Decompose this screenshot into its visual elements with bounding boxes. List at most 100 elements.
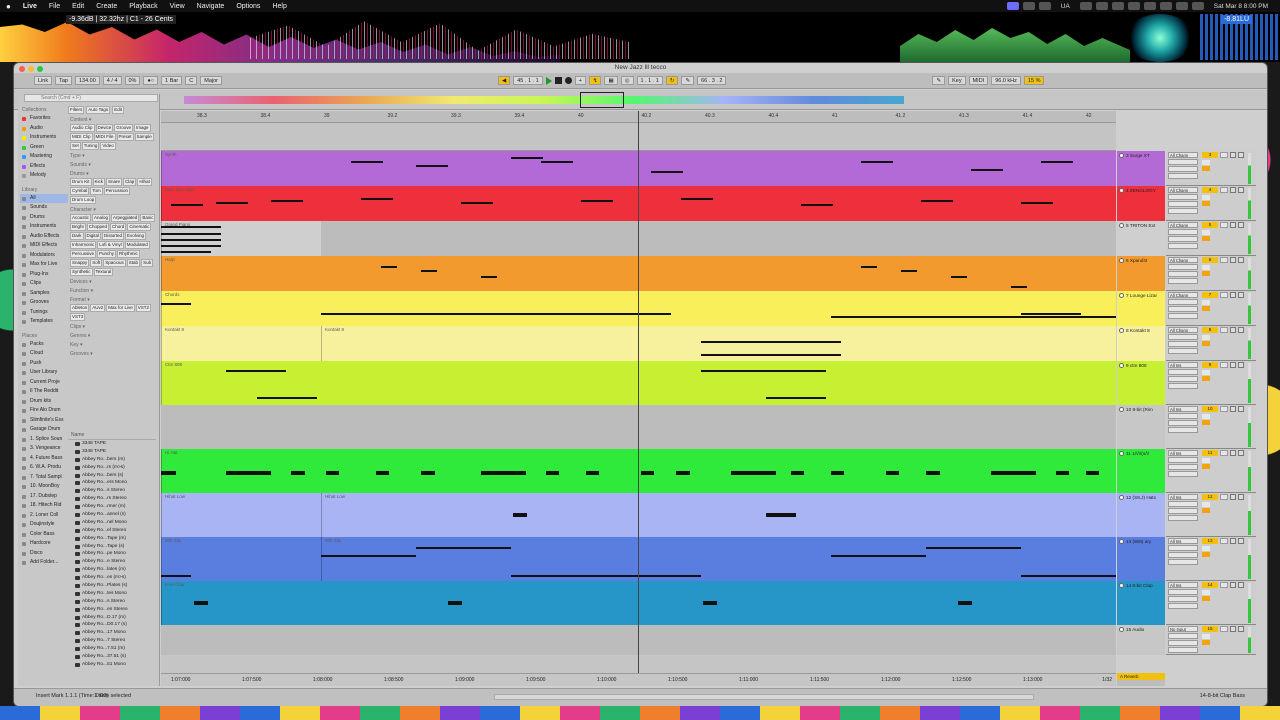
record-arm-icon[interactable] xyxy=(1238,292,1244,298)
return-a[interactable]: A Reverb xyxy=(1117,673,1165,680)
file-item[interactable]: 3348 TAPE xyxy=(68,440,156,448)
library-clips[interactable]: Clips xyxy=(20,279,68,289)
drum-tag[interactable]: Kick xyxy=(92,178,106,186)
io-select[interactable] xyxy=(1168,166,1198,172)
scale-root[interactable]: C xyxy=(185,76,198,85)
track-fold-icon[interactable] xyxy=(1119,451,1124,456)
io-select[interactable] xyxy=(1168,552,1198,558)
solo-button[interactable] xyxy=(1220,582,1228,588)
io-select[interactable] xyxy=(1168,471,1198,477)
menu-edit[interactable]: Edit xyxy=(66,3,90,10)
character-tag[interactable]: Dark xyxy=(70,232,84,240)
track-fold-icon[interactable] xyxy=(1119,495,1124,500)
io-select[interactable] xyxy=(1168,173,1198,179)
character-tag[interactable]: Chopped xyxy=(86,223,110,231)
place-item[interactable]: Current Proje xyxy=(20,378,68,388)
file-item[interactable]: Abbey Ro...rmer (m) xyxy=(68,503,156,511)
record-arm-icon[interactable] xyxy=(1238,187,1244,193)
file-item[interactable]: Abbey Ro...nel Mono xyxy=(68,519,156,527)
track-header[interactable]: 14 8-bit Clap xyxy=(1117,581,1165,625)
monitor-in-button[interactable] xyxy=(1202,300,1210,305)
midi-note[interactable] xyxy=(958,601,972,605)
record-arm-icon[interactable] xyxy=(1238,152,1244,158)
content-tag[interactable]: MIDI Clip xyxy=(70,133,93,141)
track-header[interactable]: 4 ZENOLOGY xyxy=(1117,186,1165,221)
character-tag[interactable]: Percussive xyxy=(70,250,97,258)
input-type-select[interactable]: All Ins xyxy=(1168,582,1198,588)
clip[interactable]: 808 Zay xyxy=(321,537,1116,581)
library-plug-ins[interactable]: Plug-Ins xyxy=(20,270,68,280)
io-select[interactable] xyxy=(1168,559,1198,565)
apple-icon[interactable]: ● xyxy=(0,2,17,11)
character-tag[interactable]: Snappy xyxy=(70,259,90,267)
character-tag[interactable]: Synthetic xyxy=(70,268,93,276)
collection-effects[interactable]: Effects xyxy=(20,162,68,172)
collection-mastering[interactable]: Mastering xyxy=(20,152,68,162)
content-tag[interactable]: Sample xyxy=(134,133,154,141)
track-header[interactable]: 11 1/\/\/(s/\/ xyxy=(1117,449,1165,493)
link-button[interactable]: Link xyxy=(34,76,53,85)
midi-note[interactable] xyxy=(481,276,497,278)
type-filter-heading[interactable]: Type ▾ xyxy=(70,153,156,159)
monitor-auto-button[interactable] xyxy=(1202,306,1210,311)
monitor-in-button[interactable] xyxy=(1202,265,1210,270)
content-tag[interactable]: Image xyxy=(134,124,151,132)
io-select[interactable] xyxy=(1168,264,1198,270)
midi-note[interactable] xyxy=(226,370,286,372)
midi-note[interactable] xyxy=(381,266,397,268)
io-select[interactable] xyxy=(1168,348,1198,354)
monitor-auto-button[interactable] xyxy=(1202,552,1210,557)
filters-toggle[interactable]: Filters xyxy=(68,106,85,114)
file-item[interactable]: 3348 TAPE xyxy=(68,448,156,456)
play-icon[interactable] xyxy=(1095,2,1108,10)
io-select[interactable] xyxy=(1168,545,1198,551)
monitor-auto-button[interactable] xyxy=(1202,271,1210,276)
file-item[interactable]: Abbey Ro...lates (m) xyxy=(68,566,156,574)
monitor-in-button[interactable] xyxy=(1202,160,1210,165)
track-activator[interactable]: 13 xyxy=(1202,538,1218,544)
monitor-auto-button[interactable] xyxy=(1202,236,1210,241)
monitor-in-button[interactable] xyxy=(1202,230,1210,235)
midi-note[interactable] xyxy=(801,204,833,206)
chat-icon[interactable] xyxy=(1022,2,1035,10)
place-item[interactable]: Push xyxy=(20,359,68,369)
arm-button[interactable] xyxy=(1230,406,1236,412)
format-tag[interactable]: AUv2 xyxy=(90,304,106,312)
solo-button[interactable] xyxy=(1220,450,1228,456)
character-filter-heading[interactable]: Character ▾ xyxy=(70,207,156,213)
monitor-auto-button[interactable] xyxy=(1202,341,1210,346)
midi-note[interactable] xyxy=(651,171,683,173)
track-header[interactable]: 3 Surge XT xyxy=(1117,151,1165,186)
track-fold-icon[interactable] xyxy=(1119,627,1124,632)
menu-view[interactable]: View xyxy=(164,3,191,10)
character-tag[interactable]: Arpeggiated xyxy=(111,214,140,222)
arm-button[interactable] xyxy=(1230,187,1236,193)
place-item[interactable]: Drum kits xyxy=(20,397,68,407)
io-select[interactable] xyxy=(1168,376,1198,382)
input-type-select[interactable]: All Ins xyxy=(1168,538,1198,544)
content-tag[interactable]: Groove xyxy=(114,124,134,132)
file-item[interactable]: Abbey Ro...annel (s) xyxy=(68,511,156,519)
solo-button[interactable] xyxy=(1220,538,1228,544)
record-arm-icon[interactable] xyxy=(1238,406,1244,412)
solo-button[interactable] xyxy=(1220,362,1228,368)
character-tag[interactable]: Soft xyxy=(90,259,103,267)
drum-tag[interactable]: Snare xyxy=(106,178,123,186)
midi-note[interactable] xyxy=(216,202,248,204)
collection-green[interactable]: Green xyxy=(20,143,68,153)
midi-note[interactable] xyxy=(161,575,191,577)
clips-filter-heading[interactable]: Clips ▾ xyxy=(70,324,156,330)
track-title[interactable]: 10 8-bit (Rim xyxy=(1119,407,1153,412)
io-select[interactable] xyxy=(1168,159,1198,165)
character-tag[interactable]: Acoustic xyxy=(70,214,92,222)
io-select[interactable] xyxy=(1168,313,1198,319)
track-title[interactable]: 6 Xpand!2 xyxy=(1119,258,1147,263)
solo-button[interactable] xyxy=(1220,626,1228,632)
record-arm-icon[interactable] xyxy=(1238,257,1244,263)
midi-note[interactable] xyxy=(161,239,221,241)
solo-button[interactable] xyxy=(1220,257,1228,263)
place-item[interactable]: 3. Vengeance xyxy=(20,444,68,454)
content-tag[interactable]: Audio Clip xyxy=(70,124,95,132)
character-tag[interactable]: Basic xyxy=(140,214,156,222)
track-fold-icon[interactable] xyxy=(1119,407,1124,412)
